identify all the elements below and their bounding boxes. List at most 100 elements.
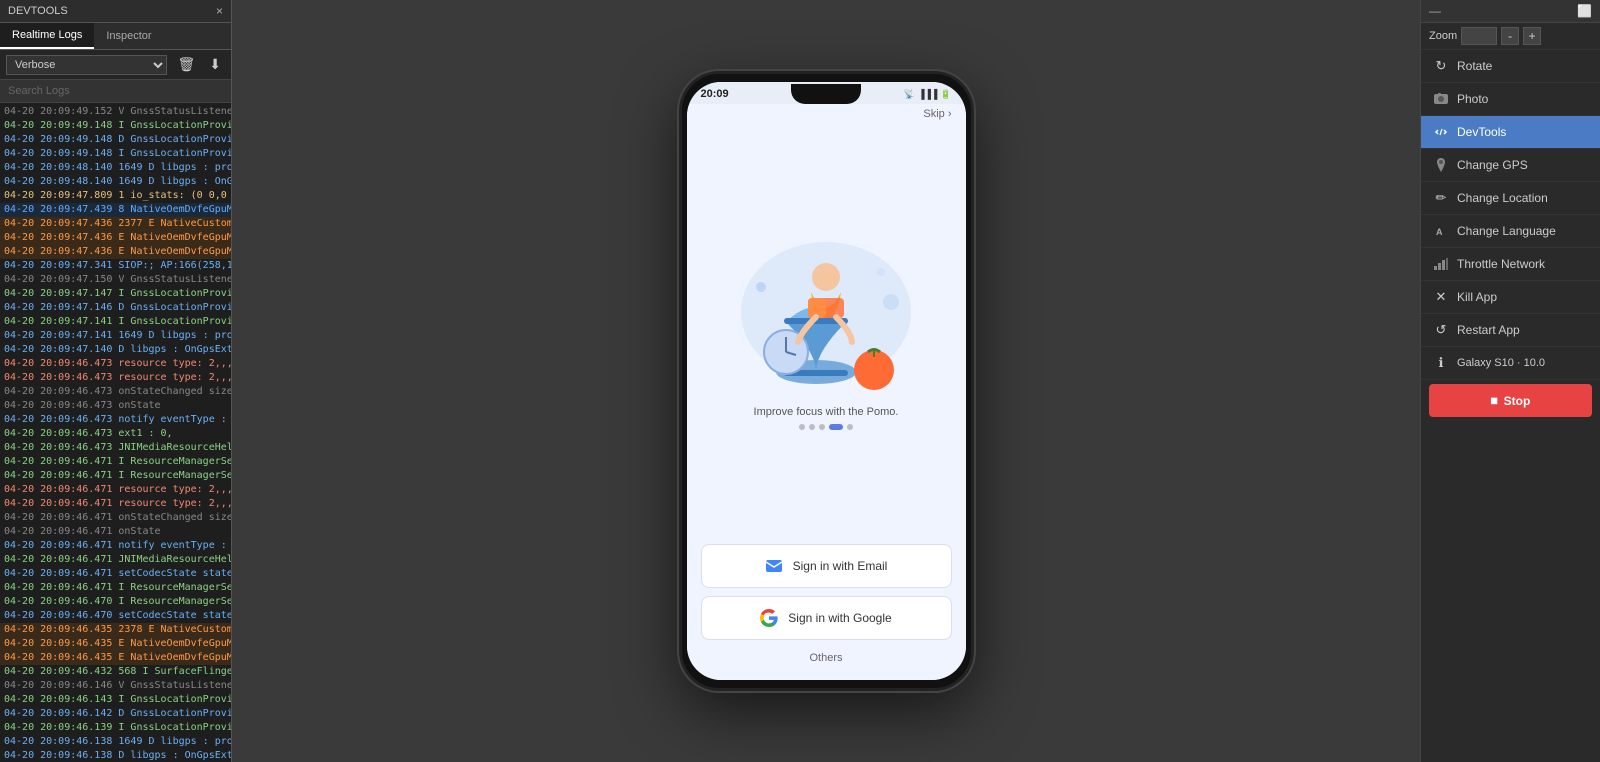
log-line: 04-20 20:09:47.141 I GnssLocationProvide… <box>0 315 231 329</box>
panel-expand-button[interactable]: ⬜ <box>1577 4 1592 18</box>
log-line: 04-20 20:09:47.341 SIOP:; AP:166(258,110… <box>0 259 231 273</box>
restart-icon: ↺ <box>1433 322 1449 338</box>
log-line: 04-20 20:09:46.143 I GnssLocationProvide… <box>0 693 231 707</box>
sidebar-item-throttle-network[interactable]: Throttle Network <box>1421 248 1600 281</box>
center-area: 20:09 📡 ▐▐▐ 🔋 Skip › <box>232 0 1420 762</box>
sign-in-google-label: Sign in with Google <box>788 611 891 625</box>
log-line: 04-20 20:09:46.473 JNIMediaResourceHelpe… <box>0 441 231 455</box>
signal-icon: ▐▐▐ <box>918 89 937 99</box>
zoom-plus-button[interactable]: + <box>1523 27 1541 45</box>
delete-logs-button[interactable]: 🗑 <box>173 54 199 75</box>
zoom-label: Zoom <box>1429 30 1457 42</box>
tab-inspector[interactable]: Inspector <box>94 23 163 49</box>
stop-label: Stop <box>1504 394 1531 408</box>
info-icon: ℹ <box>1433 355 1449 371</box>
log-line: 04-20 20:09:46.473 resource type: 2,,,is… <box>0 357 231 371</box>
phone-content: Skip › <box>687 104 966 680</box>
log-line: 04-20 20:09:46.471 I ResourceManagerServ… <box>0 469 231 483</box>
zoom-control: Zoom - + <box>1421 23 1600 50</box>
search-input[interactable] <box>0 80 231 103</box>
wifi-icon: 📡 <box>904 89 915 100</box>
illustration-area: Improve focus with the Pomo. <box>687 122 966 536</box>
log-line: 04-20 20:09:49.148 I GnssLocationProvide… <box>0 147 231 161</box>
log-line: 04-20 20:09:47.140 D libgps : OnGpsExten… <box>0 343 231 357</box>
zoom-input[interactable] <box>1461 27 1497 45</box>
log-line: 04-20 20:09:46.473 notify eventType : 3,… <box>0 413 231 427</box>
sign-in-email-button[interactable]: Sign in with Email <box>701 544 952 588</box>
log-line: 04-20 20:09:49.148 I GnssLocationProvide… <box>0 119 231 133</box>
right-panel: — ⬜ Zoom - + ↻ Rotate Photo <box>1420 0 1600 762</box>
sidebar-item-restart-app-label: Restart App <box>1457 323 1520 337</box>
log-line: 04-20 20:09:47.436 E NativeOemDvfeGpuMan… <box>0 231 231 245</box>
power-button[interactable] <box>972 184 974 224</box>
log-line: 04-20 20:09:49.148 D GnssLocationProvide… <box>0 133 231 147</box>
log-line: 04-20 20:09:48.140 1649 D libgps : proxy… <box>0 161 231 175</box>
auth-buttons: Sign in with Email Sign in with Google <box>687 536 966 680</box>
page-dots <box>799 424 853 430</box>
sidebar-item-photo[interactable]: Photo <box>1421 83 1600 116</box>
sidebar-item-rotate-label: Rotate <box>1457 59 1492 73</box>
sidebar-item-rotate[interactable]: ↻ Rotate <box>1421 50 1600 83</box>
tab-realtime-logs[interactable]: Realtime Logs <box>0 23 94 49</box>
sidebar-item-kill-app-label: Kill App <box>1457 290 1497 304</box>
sidebar-item-device-info: ℹ Galaxy S10 · 10.0 <box>1421 347 1600 380</box>
log-line: 04-20 20:09:47.141 1649 D libgps : proxy… <box>0 329 231 343</box>
log-line: 04-20 20:09:46.435 E NativeOemDvfeGpuMan… <box>0 637 231 651</box>
svg-text:A: A <box>1436 227 1443 237</box>
log-line: 04-20 20:09:48.140 1649 D libgps : OnGps… <box>0 175 231 189</box>
volume-up-button[interactable] <box>679 174 681 199</box>
download-logs-button[interactable]: ⬇ <box>205 54 225 75</box>
kill-icon: ✕ <box>1433 289 1449 305</box>
log-line: 04-20 20:09:47.150 V GnssStatusListener_… <box>0 273 231 287</box>
zoom-minus-button[interactable]: - <box>1501 27 1519 45</box>
sidebar-item-kill-app[interactable]: ✕ Kill App <box>1421 281 1600 314</box>
log-line: 04-20 20:09:46.139 I GnssLocationProvide… <box>0 721 231 735</box>
sign-in-email-label: Sign in with Email <box>793 559 888 573</box>
sidebar-item-change-language-label: Change Language <box>1457 224 1556 238</box>
sidebar-item-change-location[interactable]: ✏ Change Location <box>1421 182 1600 215</box>
log-line: 04-20 20:09:46.471 resource type: 2,,,is… <box>0 483 231 497</box>
log-line: 04-20 20:09:46.473 onStateChanged size =… <box>0 385 231 399</box>
tagline: Improve focus with the Pomo. <box>754 406 899 418</box>
dot-3 <box>819 424 825 430</box>
sign-in-google-button[interactable]: Sign in with Google <box>701 596 952 640</box>
devtools-icon <box>1433 124 1449 140</box>
skip-row: Skip › <box>687 104 966 122</box>
log-line: 04-20 20:09:46.142 D GnssLocationProvide… <box>0 707 231 721</box>
dot-5 <box>847 424 853 430</box>
status-icons: 📡 ▐▐▐ 🔋 <box>904 89 952 100</box>
others-button[interactable]: Others <box>701 648 952 668</box>
log-line: 04-20 20:09:49.152 V GnssStatusListener_… <box>0 105 231 119</box>
illustration-svg <box>726 222 926 402</box>
devtools-titlebar: DEVTOOLS × <box>0 0 231 23</box>
photo-icon <box>1433 91 1449 107</box>
volume-down-button[interactable] <box>679 209 681 234</box>
devtools-toolbar: Verbose Debug Info Warn Error 🗑 ⬇ <box>0 50 231 80</box>
log-line: 04-20 20:09:46.471 JNIMediaResourceHelpe… <box>0 553 231 567</box>
log-line: 04-20 20:09:46.471 onState <box>0 525 231 539</box>
log-line: 04-20 20:09:46.138 D libgps : OnGpsExten… <box>0 749 231 762</box>
log-line: 04-20 20:09:47.439 8 NativeOemDvfeGpuMan… <box>0 203 231 217</box>
sidebar-item-change-language[interactable]: A Change Language <box>1421 215 1600 248</box>
panel-minimize-button[interactable]: — <box>1429 4 1441 18</box>
sidebar-item-change-gps-label: Change GPS <box>1457 158 1528 172</box>
sidebar-item-devtools[interactable]: DevTools <box>1421 116 1600 149</box>
dot-2 <box>809 424 815 430</box>
log-line: 04-20 20:09:47.809 1 io_stats: (0 0,0 2 … <box>0 189 231 203</box>
google-icon <box>760 609 778 627</box>
close-icon[interactable]: × <box>216 4 223 18</box>
stop-button[interactable]: ⏹ Stop <box>1429 384 1592 417</box>
right-panel-header: — ⬜ <box>1421 0 1600 23</box>
devtools-panel: DEVTOOLS × Realtime Logs Inspector Verbo… <box>0 0 232 762</box>
device-label: Galaxy S10 · 10.0 <box>1457 357 1545 369</box>
sidebar-item-restart-app[interactable]: ↺ Restart App <box>1421 314 1600 347</box>
log-line: 04-20 20:09:46.471 I ResourceManagerServ… <box>0 581 231 595</box>
gps-icon <box>1433 157 1449 173</box>
verbose-select[interactable]: Verbose Debug Info Warn Error <box>6 55 167 75</box>
sidebar-item-change-gps[interactable]: Change GPS <box>1421 149 1600 182</box>
log-line: 04-20 20:09:46.471 onStateChanged size =… <box>0 511 231 525</box>
log-line: 04-20 20:09:46.473 resource type: 2,,,is… <box>0 371 231 385</box>
skip-button[interactable]: Skip › <box>923 108 951 120</box>
log-line: 04-20 20:09:46.473 ext1 : 0, <box>0 427 231 441</box>
devtools-tabs: Realtime Logs Inspector <box>0 23 231 50</box>
